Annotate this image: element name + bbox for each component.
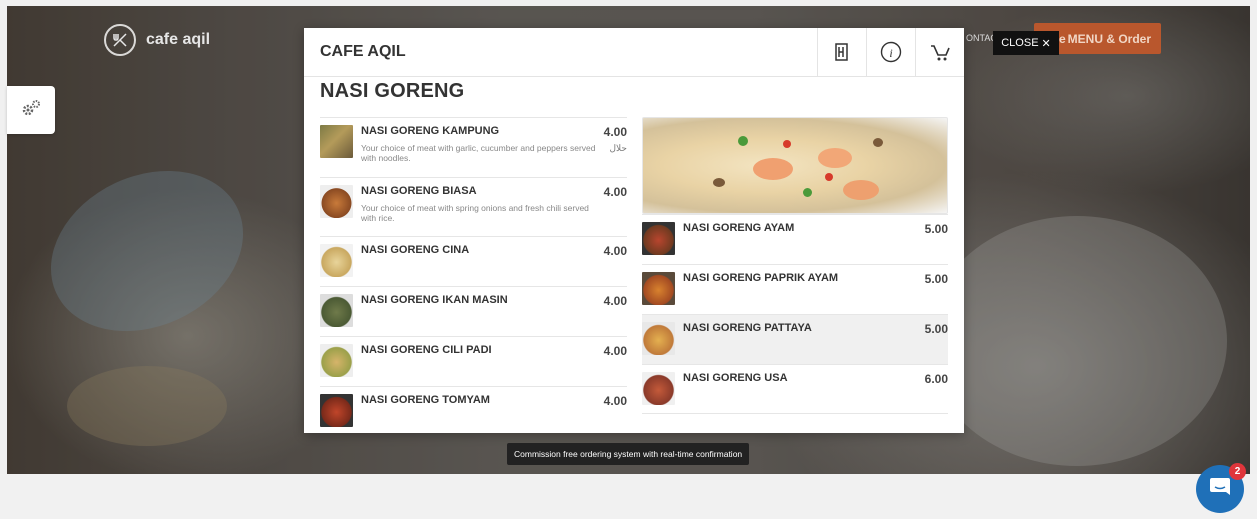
dish-thumbnail (320, 394, 353, 427)
modal-header: CAFE AQIL i (304, 28, 964, 77)
menu-book-icon[interactable] (817, 28, 866, 76)
item-name: NASI GORENG PAPRIK AYAM (683, 272, 839, 284)
item-price: 4.00 (603, 294, 627, 308)
item-description: Your choice of meat with garlic, cucumbe… (361, 143, 596, 163)
settings-button[interactable] (7, 86, 55, 134)
menu-item[interactable]: NASI GORENG KAMPUNG 4.00 Your choice of m… (320, 117, 627, 177)
menu-item[interactable]: NASI GORENG CILI PADI 4.00 (320, 336, 627, 386)
item-name: NASI GORENG TOMYAM (361, 394, 490, 406)
menu-column-left: NASI GORENG KAMPUNG 4.00 Your choice of m… (320, 117, 627, 433)
item-name: NASI GORENG CILI PADI (361, 344, 492, 356)
menu-modal: CAFE AQIL i NASI GORENG NASI GORENG KAMP… (304, 28, 964, 433)
menu-item[interactable]: NASI GORENG USA 6.00 (642, 364, 948, 414)
menu-item-highlighted[interactable]: NASI GORENG PATTAYA 5.00 (642, 314, 948, 364)
menu-column-right: NASI GORENG AYAM 5.00 NASI GORENG PAPRIK … (642, 117, 948, 414)
item-price: 6.00 (924, 372, 948, 386)
info-icon[interactable]: i (866, 28, 915, 76)
menu-item[interactable]: NASI GORENG PAPRIK AYAM 5.00 (642, 264, 948, 314)
header-icons: i (817, 28, 964, 76)
close-icon: ✕ (1041, 37, 1051, 50)
dish-thumbnail (320, 185, 353, 218)
dish-thumbnail (642, 322, 675, 355)
item-name: NASI GORENG PATTAYA (683, 322, 812, 334)
menu-item[interactable]: NASI GORENG CINA 4.00 (320, 236, 627, 286)
item-name: NASI GORENG KAMPUNG (361, 125, 500, 137)
dish-thumbnail (642, 372, 675, 405)
item-name: NASI GORENG AYAM (683, 222, 795, 234)
menu-item[interactable]: NASI GORENG BIASA 4.00 Your choice of mea… (320, 177, 627, 236)
item-description: Your choice of meat with spring onions a… (361, 203, 589, 223)
chat-unread-badge: 2 (1229, 463, 1246, 480)
menu-item[interactable]: NASI GORENG AYAM 5.00 (642, 214, 948, 264)
modal-title: CAFE AQIL (320, 43, 406, 60)
menu-order-label: MENU & Order (1067, 31, 1151, 46)
item-price: 5.00 (924, 272, 948, 286)
halal-badge: حلال (609, 143, 627, 153)
close-modal-button[interactable]: CLOSE ✕ (993, 31, 1059, 55)
chat-bubble-icon (1208, 476, 1232, 503)
dish-thumbnail (320, 125, 353, 158)
item-price: 4.00 (603, 125, 627, 139)
menu-order-prefix: e (1058, 31, 1066, 46)
dish-thumbnail (642, 222, 675, 255)
brand-name: cafe aqil (146, 31, 211, 48)
dish-thumbnail (320, 244, 353, 277)
cart-icon[interactable] (915, 28, 964, 76)
section-title: NASI GORENG (320, 80, 465, 102)
item-price: 4.00 (603, 344, 627, 358)
item-name: NASI GORENG IKAN MASIN (361, 294, 508, 306)
item-price: 4.00 (603, 185, 627, 199)
gears-icon (20, 99, 42, 122)
page: cafe aqil ONTACT e MENU & Order CLOSE ✕ … (0, 0, 1257, 519)
commission-free-tooltip: Commission free ordering system with rea… (507, 443, 750, 465)
item-price: 4.00 (603, 394, 627, 408)
footer-strip (0, 474, 1257, 519)
item-price: 5.00 (924, 222, 948, 236)
brand[interactable]: cafe aqil (104, 24, 210, 56)
svg-text:i: i (889, 46, 892, 60)
dish-thumbnail (320, 344, 353, 377)
dish-thumbnail (320, 294, 353, 327)
item-price: 4.00 (603, 244, 627, 258)
item-price: 5.00 (924, 322, 948, 336)
featured-dish-image (642, 117, 948, 214)
cutlery-logo-icon (104, 24, 136, 56)
menu-item[interactable]: NASI GORENG IKAN MASIN 4.00 (320, 286, 627, 336)
close-label: CLOSE (1001, 37, 1039, 49)
item-name: NASI GORENG BIASA (361, 185, 477, 197)
menu-item[interactable]: NASI GORENG TOMYAM 4.00 (320, 386, 627, 433)
item-name: NASI GORENG USA (683, 372, 788, 384)
item-name: NASI GORENG CINA (361, 244, 470, 256)
dish-thumbnail (642, 272, 675, 305)
